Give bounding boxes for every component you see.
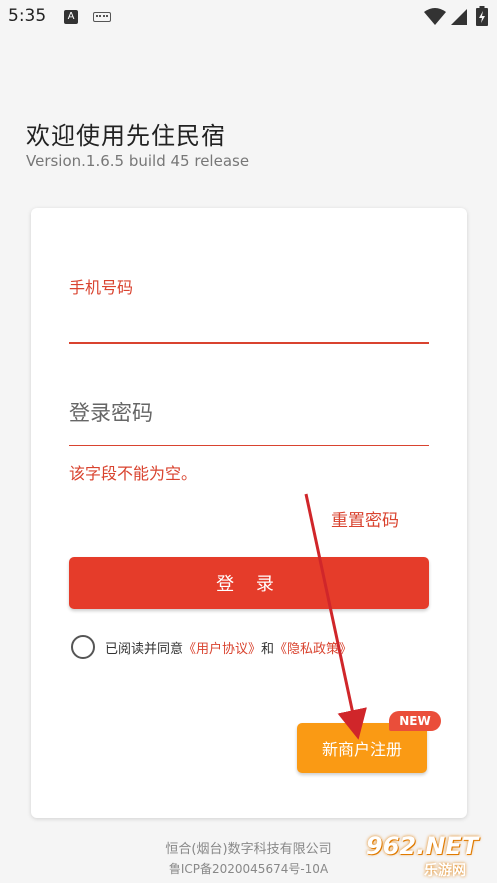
a-notification-icon: A xyxy=(64,10,78,24)
phone-label: 手机号码 xyxy=(69,278,134,297)
new-badge: NEW xyxy=(389,711,441,731)
privacy-policy-link[interactable]: 《隐私政策》 xyxy=(274,638,352,657)
watermark-main: 962.NET xyxy=(366,832,479,860)
error-message: 该字段不能为空。 xyxy=(69,464,198,483)
signal-icon xyxy=(451,9,467,25)
reset-password-link[interactable]: 重置密码 xyxy=(331,506,399,531)
battery-icon xyxy=(476,6,488,26)
keyboard-icon xyxy=(93,12,111,22)
agreement-prefix: 已阅读并同意 xyxy=(105,641,184,657)
password-input[interactable] xyxy=(69,376,429,446)
watermark-sub: 乐游网 xyxy=(424,863,466,879)
login-screen: 5:35 A 欢迎使用先住民宿 Version.1.6.5 build 45 r… xyxy=(0,0,497,883)
agreement-row: 已阅读并同意 《用户协议》 和 《隐私政策》 xyxy=(71,634,352,660)
phone-input[interactable] xyxy=(69,304,429,344)
status-bar: 5:35 A xyxy=(0,0,497,36)
login-button[interactable]: 登 录 xyxy=(69,557,429,609)
version-text: Version.1.6.5 build 45 release xyxy=(26,152,250,170)
site-watermark: 962.NET 乐游网 xyxy=(366,832,494,880)
welcome-title: 欢迎使用先住民宿 xyxy=(26,122,226,150)
login-card: 手机号码 该字段不能为空。 重置密码 登 录 已阅读并同意 《用户协议》 和 《… xyxy=(31,208,467,818)
wifi-icon xyxy=(424,8,446,25)
status-time: 5:35 xyxy=(8,6,47,26)
agreement-and: 和 xyxy=(261,641,275,657)
user-agreement-link[interactable]: 《用户协议》 xyxy=(183,638,261,657)
agreement-radio[interactable] xyxy=(71,635,95,659)
